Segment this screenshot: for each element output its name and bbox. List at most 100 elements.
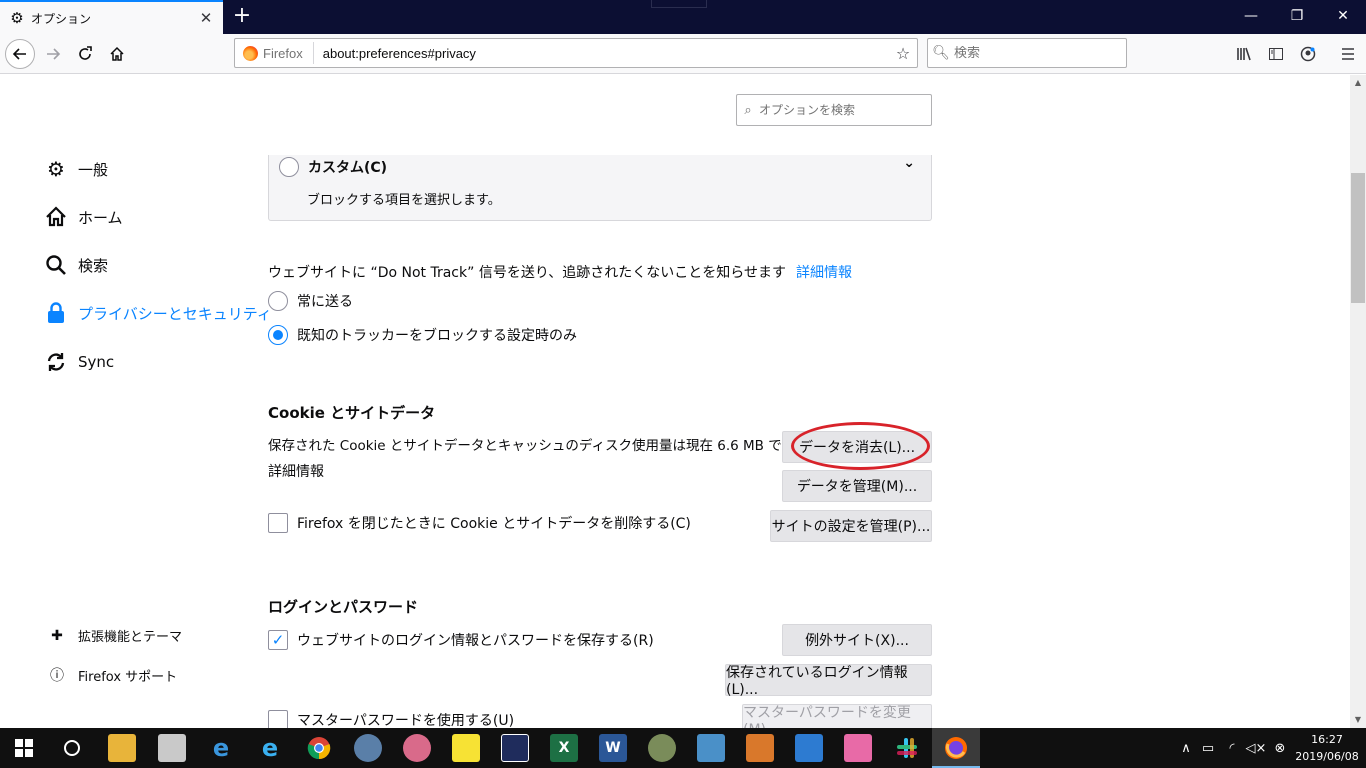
cortana-icon[interactable] [58, 734, 86, 762]
exceptions-button[interactable]: 例外サイト(X)... [782, 624, 932, 656]
chevron-up-icon[interactable]: ∧ [1176, 741, 1196, 756]
master-password-option[interactable]: マスターパスワードを使用する(U) [268, 710, 514, 728]
minimize-button[interactable]: — [1228, 0, 1274, 32]
options-search-input[interactable] [759, 103, 919, 117]
navigation-toolbar: Firefox about:preferences#privacy ☆ 🔍︎ [0, 34, 1366, 74]
firefox-icon [243, 45, 258, 61]
save-logins-checkbox[interactable]: ✓ [268, 630, 288, 650]
addons-link[interactable]: ✚ 拡張機能とテーマ [48, 626, 182, 646]
tab-options[interactable]: ⚙ オプション ✕ [0, 0, 223, 34]
reload-button[interactable] [70, 39, 100, 69]
chevron-down-icon[interactable]: ⌄ [903, 155, 915, 171]
cookies-learn-more-link[interactable]: 詳細情報 [268, 461, 324, 481]
saved-logins-label: 保存されているログイン情報(L)... [726, 665, 908, 698]
search-icon [44, 253, 68, 277]
search-input[interactable] [954, 45, 1114, 61]
system-tray: ∧ ▭ ◜ ◁× ⊗ [1176, 728, 1292, 768]
account-button[interactable] [1293, 39, 1323, 69]
sync-icon [44, 350, 68, 374]
custom-blocking-option[interactable]: カスタム(C) [279, 157, 387, 177]
library-icon [1237, 47, 1251, 61]
paint-icon[interactable] [648, 734, 676, 762]
identity-label: Firefox [263, 45, 303, 61]
new-tab-button[interactable]: + [229, 3, 255, 29]
remote-desktop-icon[interactable] [795, 734, 823, 762]
options-search-box[interactable]: ⌕ [736, 94, 932, 126]
sidebar-button[interactable] [1261, 39, 1291, 69]
windows-start-icon[interactable] [10, 734, 38, 762]
cookies-usage-text: 保存された Cookie とサイトデータとキャッシュのディスク使用量は現在 6.… [268, 438, 808, 454]
app-icon[interactable] [746, 734, 774, 762]
forward-button[interactable] [38, 39, 68, 69]
dnt-always-radio[interactable] [268, 291, 288, 311]
url-bar[interactable]: Firefox about:preferences#privacy ☆ [234, 38, 918, 68]
chrome-icon[interactable] [305, 734, 333, 762]
paint-icon[interactable] [403, 734, 431, 762]
app-icon[interactable] [697, 734, 725, 762]
clock[interactable]: 16:27 2019/06/08 [1294, 731, 1360, 765]
window-close-button[interactable]: ✕ [1320, 0, 1366, 32]
mail-icon[interactable] [158, 734, 186, 762]
clear-data-label: データを消去(L)... [798, 440, 916, 456]
windows-taskbar: e e X W ∧ ▭ ◜ ◁× ⊗ 16:27 2019/06/08 [0, 728, 1366, 768]
change-master-password-button[interactable]: マスターパスワードを変更(M)... [742, 704, 932, 728]
master-password-checkbox[interactable] [268, 710, 288, 728]
sidebar-item-privacy[interactable]: プライバシーとセキュリティ [44, 299, 272, 327]
close-tab-button[interactable]: ✕ [195, 9, 217, 27]
wifi-icon[interactable]: ◜ [1220, 741, 1244, 756]
battery-icon[interactable]: ▭ [1196, 741, 1220, 756]
back-button[interactable] [5, 39, 35, 69]
volume-muted-icon[interactable]: ◁× [1244, 741, 1268, 756]
app-icon[interactable] [501, 734, 529, 762]
delete-on-close-checkbox[interactable] [268, 513, 288, 533]
logins-heading: ログインとパスワード [268, 598, 419, 616]
sidebar-item-home[interactable]: ホーム [44, 203, 123, 231]
scroll-up-arrow-icon[interactable]: ▲ [1350, 75, 1366, 91]
dnt-learn-more-link[interactable]: 詳細情報 [796, 262, 852, 282]
menu-button[interactable] [1333, 39, 1363, 69]
bookmark-star-icon[interactable]: ☆ [889, 44, 917, 63]
library-button[interactable] [1229, 39, 1259, 69]
dnt-option-tracking-only[interactable]: 既知のトラッカーをブロックする設定時のみ [268, 325, 577, 345]
word-icon[interactable]: W [599, 734, 627, 762]
sidebar-item-sync[interactable]: Sync [44, 348, 114, 376]
sidebar-item-general[interactable]: ⚙ 一般 [44, 155, 108, 183]
gear-icon: ⚙ [10, 9, 24, 27]
clear-data-button[interactable]: データを消去(L)... [782, 431, 932, 463]
internet-explorer-icon[interactable]: e [256, 734, 284, 762]
app-icon[interactable] [844, 734, 872, 762]
url-text[interactable]: about:preferences#privacy [323, 46, 889, 61]
excel-icon[interactable]: X [550, 734, 578, 762]
puzzle-icon: ✚ [51, 627, 63, 644]
save-logins-option[interactable]: ✓ ウェブサイトのログイン情報とパスワードを保存する(R) [268, 630, 654, 650]
clock-time: 16:27 [1311, 733, 1343, 746]
dnt-option-always[interactable]: 常に送る [268, 291, 353, 311]
file-explorer-icon[interactable] [108, 734, 136, 762]
sidebar-item-search[interactable]: 検索 [44, 251, 108, 279]
custom-radio[interactable] [279, 157, 299, 177]
slack-icon[interactable] [893, 734, 921, 762]
search-bar[interactable]: 🔍︎ [927, 38, 1127, 68]
account-icon [1300, 46, 1316, 62]
scroll-thumb[interactable] [1351, 173, 1365, 303]
identity-box[interactable]: Firefox [235, 42, 314, 64]
site-settings-button[interactable]: サイトの設定を管理(P)... [770, 510, 932, 542]
search-icon: ⌕ [744, 102, 752, 118]
sidebar-item-label: プライバシーとセキュリティ [78, 304, 272, 323]
sticky-notes-icon[interactable] [452, 734, 480, 762]
dnt-tracking-only-radio[interactable] [268, 325, 288, 345]
exceptions-label: 例外サイト(X)... [805, 633, 909, 649]
scroll-down-arrow-icon[interactable]: ▼ [1350, 712, 1366, 728]
manage-data-button[interactable]: データを管理(M)... [782, 470, 932, 502]
firefox-icon[interactable] [942, 734, 970, 762]
notification-off-icon[interactable]: ⊗ [1268, 741, 1292, 756]
edge-icon[interactable]: e [207, 734, 235, 762]
app-icon[interactable] [354, 734, 382, 762]
saved-logins-button[interactable]: 保存されているログイン情報(L)... [725, 664, 932, 698]
delete-on-close-option[interactable]: Firefox を閉じたときに Cookie とサイトデータを削除する(C) [268, 513, 691, 533]
support-link[interactable]: ⓘ Firefox サポート [48, 665, 177, 685]
vertical-scrollbar[interactable]: ▲ ▼ [1350, 75, 1366, 728]
tab-bar: ⚙ オプション ✕ + — ❐ ✕ [0, 0, 1366, 34]
home-button[interactable] [102, 39, 132, 69]
restore-button[interactable]: ❐ [1274, 0, 1320, 32]
